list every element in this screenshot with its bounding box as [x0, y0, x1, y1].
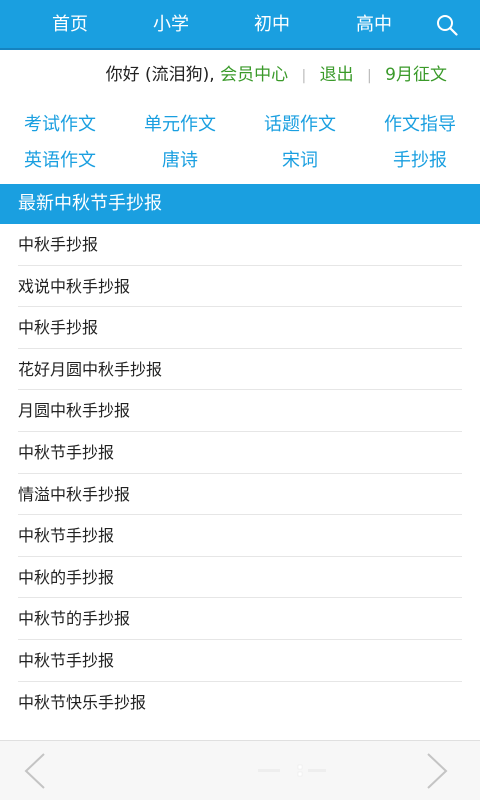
- member-center-link[interactable]: 会员中心: [220, 65, 288, 85]
- list-item[interactable]: 中秋手抄报: [18, 224, 462, 266]
- nav-junior-high[interactable]: 初中: [232, 0, 312, 50]
- contest-link[interactable]: 9月征文: [385, 65, 447, 85]
- list-item[interactable]: 中秋的手抄报: [18, 557, 462, 599]
- nav-primary-school[interactable]: 小学: [131, 0, 211, 50]
- list-item[interactable]: 中秋节手抄报: [18, 432, 462, 474]
- list-item[interactable]: 花好月圆中秋手抄报: [18, 349, 462, 391]
- section-title: 最新中秋节手抄报: [0, 184, 480, 224]
- list-item[interactable]: 中秋节的手抄报: [18, 598, 462, 640]
- list-item[interactable]: 月圆中秋手抄报: [18, 390, 462, 432]
- category-exam-essay[interactable]: 考试作文: [5, 110, 115, 140]
- logout-link[interactable]: 退出: [320, 65, 354, 85]
- category-handwritten-newspaper[interactable]: 手抄报: [365, 146, 475, 176]
- top-nav: 首页 小学 初中 高中: [0, 0, 480, 50]
- list-item[interactable]: 中秋节快乐手抄报: [18, 682, 462, 724]
- chevron-left-icon[interactable]: [22, 751, 48, 791]
- divider: |: [367, 68, 372, 84]
- page-indicator: [258, 764, 326, 777]
- divider: |: [301, 68, 307, 84]
- greeting-text: 你好 (流泪狗),: [105, 65, 215, 85]
- user-greeting: 你好 (流泪狗), 会员中心 | 退出 | 9月征文: [106, 60, 447, 90]
- list-item[interactable]: 中秋手抄报: [18, 307, 462, 349]
- bottom-bar: [0, 740, 480, 800]
- category-song-ci[interactable]: 宋词: [245, 146, 355, 176]
- list-item[interactable]: 中秋节手抄报: [18, 640, 462, 682]
- list-item[interactable]: 戏说中秋手抄报: [18, 266, 462, 308]
- list-item[interactable]: 情溢中秋手抄报: [18, 474, 462, 516]
- category-topic-essay[interactable]: 话题作文: [245, 110, 355, 140]
- nav-home[interactable]: 首页: [30, 0, 110, 50]
- chevron-right-icon[interactable]: [424, 751, 450, 791]
- list-item[interactable]: 中秋节手抄报: [18, 515, 462, 557]
- nav-senior-high[interactable]: 高中: [334, 0, 414, 50]
- category-essay-guide[interactable]: 作文指导: [365, 110, 475, 140]
- category-english-essay[interactable]: 英语作文: [5, 146, 115, 176]
- page: 首页 小学 初中 高中 你好 (流泪狗), 会员中心 | 退出 | 9月征文 考…: [0, 0, 480, 800]
- category-tang-poems[interactable]: 唐诗: [125, 146, 235, 176]
- search-icon[interactable]: [436, 14, 458, 36]
- category-unit-essay[interactable]: 单元作文: [125, 110, 235, 140]
- article-list: 中秋手抄报 戏说中秋手抄报 中秋手抄报 花好月圆中秋手抄报 月圆中秋手抄报 中秋…: [18, 224, 462, 723]
